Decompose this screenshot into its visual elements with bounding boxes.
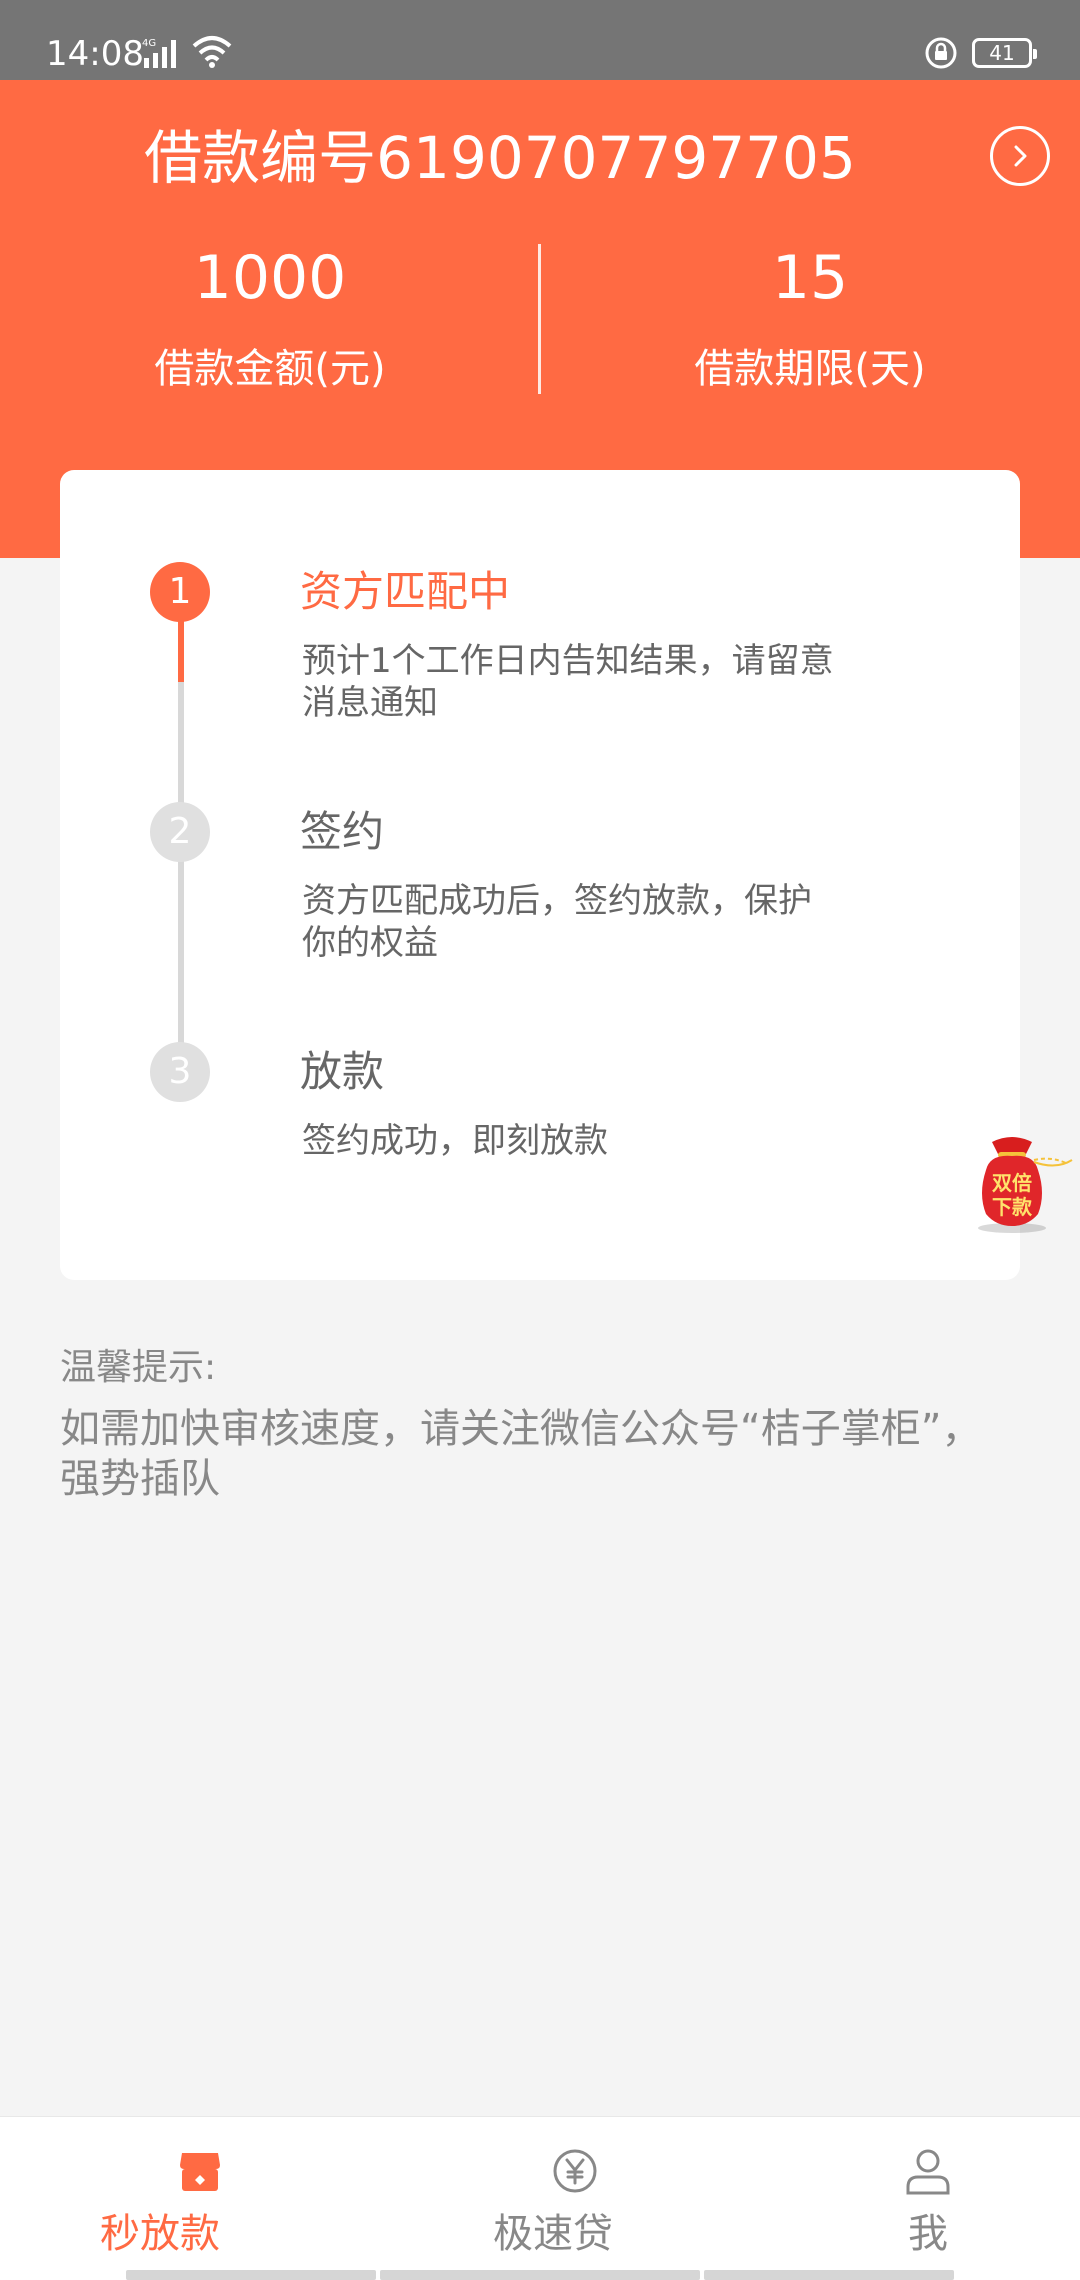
loan-amount-value: 1000 [193,243,347,313]
yen-coin-icon [553,2149,597,2193]
loan-term-value: 15 [771,243,849,313]
step-number-badge: 3 [150,1042,210,1102]
step-number-badge: 2 [150,802,210,862]
step-description: 预计1个工作日内告知结果，请留意消息通知 [302,641,834,723]
loan-number-title: 借款编号6190707797705 [144,124,856,192]
nav-gesture-segment [126,2270,376,2280]
shop-icon [180,2153,220,2191]
bag-text-line1: 双倍 [992,1171,1032,1195]
nav-gesture-segment [380,2270,700,2280]
tips-text: 如需加快审核速度，请关注微信公众号“桔子掌柜”，强势插队 [60,1406,982,1502]
double-loan-bag-button[interactable]: 双倍 下款 [968,1130,1080,1234]
loan-amount-label: 借款金额(元) [154,346,386,392]
tab-me[interactable]: 我 [740,2117,1080,2280]
loan-term-stat: 15 借款期限(天) [540,240,1080,394]
battery-icon: 41 [972,38,1037,68]
cellular-signal-icon: 4G [142,38,176,68]
tab-label: 我 [908,2211,948,2257]
tab-label: 极速贷 [493,2211,613,2257]
rotation-lock-icon [925,37,957,69]
status-time: 14:08 [46,34,144,74]
bag-text-line2: 下款 [992,1195,1033,1219]
tips-title: 温馨提示: [60,1347,217,1388]
tab-express-loan[interactable]: 极速贷 [395,2117,755,2280]
status-bar: 14:08 4G 41 [0,0,1080,80]
step-number-badge: 1 [150,562,210,622]
loan-term-label: 借款期限(天) [694,346,926,392]
tab-quick-disburse[interactable]: 秒放款 [10,2117,370,2280]
loan-detail-button[interactable] [990,126,1050,186]
step-title: 签约 [300,807,385,856]
network-type-label: 4G [142,38,156,49]
chevron-right-icon [1014,145,1027,167]
progress-card: 1 资方匹配中 预计1个工作日内告知结果，请留意消息通知 2 签约 资方匹配成功… [60,470,1020,1280]
step-description: 签约成功，即刻放款 [302,1121,608,1161]
step-title: 放款 [300,1047,385,1096]
wifi-icon [192,36,232,68]
step-description: 资方匹配成功后，签约放款，保护你的权益 [302,881,812,963]
bottom-tab-bar: 秒放款 极速贷 我 [0,2116,1080,2280]
step-title: 资方匹配中 [300,567,511,616]
tab-label: 秒放款 [100,2211,220,2257]
nav-gesture-segment [704,2270,954,2280]
loan-amount-stat: 1000 借款金额(元) [0,240,540,394]
user-icon [906,2149,950,2195]
